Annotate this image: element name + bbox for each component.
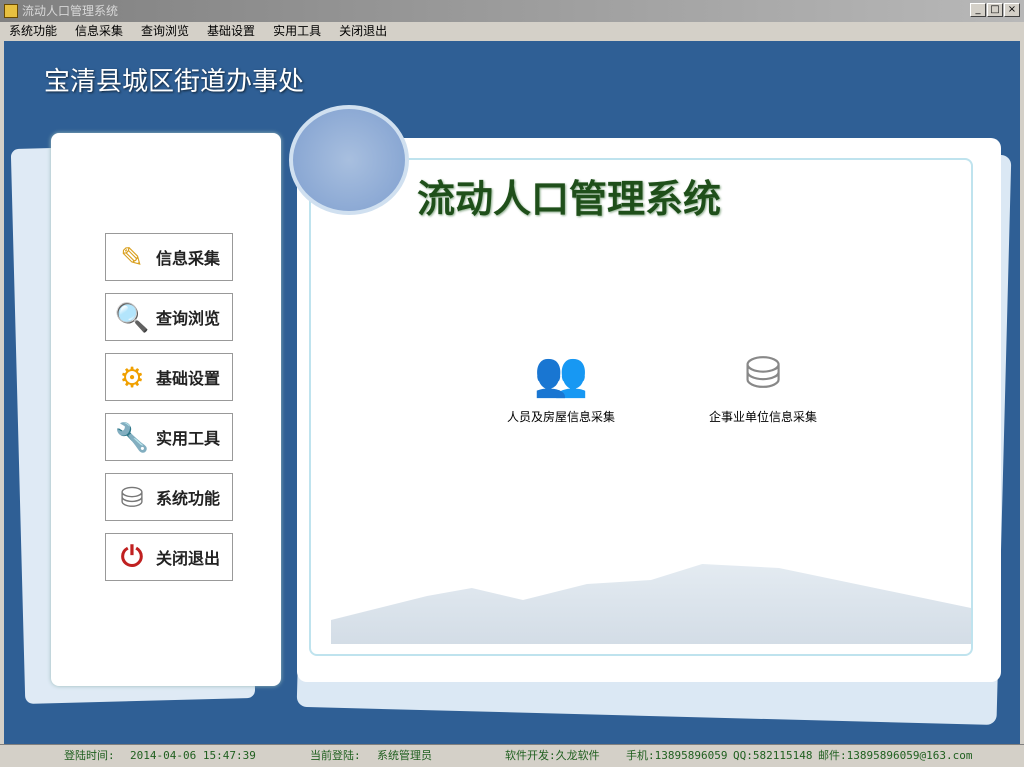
org-name: 宝清县城区街道办事处 [44,61,304,98]
nav-label: 查询浏览 [156,305,220,329]
nav-label: 信息采集 [156,245,220,269]
current-user: 系统管理员 [377,745,432,767]
nav-query-button[interactable]: 🔍查询浏览 [105,293,233,341]
status-bar: 登陆时间: 2014-04-06 15:47:39 当前登陆: 系统管理员 软件… [0,744,1024,767]
title-bar: 流动人口管理系统 _ □ × [0,0,1024,22]
main-area: 宝清县城区街道办事处 ✎信息采集 🔍查询浏览 ⚙基础设置 🔧实用工具 ⛁系统功能… [4,41,1020,744]
menu-tools[interactable]: 实用工具 [264,22,330,41]
nav-label: 实用工具 [156,425,220,449]
database-gear-icon: ⛁ [112,478,152,516]
qq: QQ:582115148 [733,745,812,767]
current-user-label: 当前登陆: [310,745,361,767]
nav-tools-button[interactable]: 🔧实用工具 [105,413,233,461]
houses-illustration [331,564,971,644]
notepad-pen-icon: ✎ [112,238,152,276]
left-nav-panel: ✎信息采集 🔍查询浏览 ⚙基础设置 🔧实用工具 ⛁系统功能 ⏻关闭退出 [51,133,281,686]
system-title: 流动人口管理系统 [417,168,721,223]
wrench-icon: 🔧 [112,418,152,456]
login-time-label: 登陆时间: [64,745,115,767]
phone: 手机:13895896059 [626,745,727,767]
nav-exit-button[interactable]: ⏻关闭退出 [105,533,233,581]
users-add-icon: 👥 [507,348,615,408]
house-heart-icon [289,105,409,215]
nav-settings-button[interactable]: ⚙基础设置 [105,353,233,401]
developer: 软件开发:久龙软件 [505,745,600,767]
menu-exit[interactable]: 关闭退出 [330,22,396,41]
menu-bar: 系统功能 信息采集 查询浏览 基础设置 实用工具 关闭退出 [0,22,1024,41]
content-panel: 流动人口管理系统 👥 人员及房屋信息采集 ⛁ 企事业单位信息采集 [297,138,1001,682]
nav-collect-button[interactable]: ✎信息采集 [105,233,233,281]
enterprise-collect-button[interactable]: ⛁ 企事业单位信息采集 [709,348,817,425]
menu-settings[interactable]: 基础设置 [198,22,264,41]
gear-info-icon: ⚙ [112,358,152,396]
app-icon [4,4,18,18]
database-add-icon: ⛁ [709,348,817,408]
minimize-button[interactable]: _ [970,3,986,17]
magnifier-icon: 🔍 [112,298,152,336]
nav-system-button[interactable]: ⛁系统功能 [105,473,233,521]
feature-label: 人员及房屋信息采集 [507,408,615,425]
email: 邮件:13895896059@163.com [818,745,972,767]
menu-collect[interactable]: 信息采集 [66,22,132,41]
feature-label: 企事业单位信息采集 [709,408,817,425]
content-frame [309,158,973,656]
menu-query[interactable]: 查询浏览 [132,22,198,41]
people-house-collect-button[interactable]: 👥 人员及房屋信息采集 [507,348,615,425]
menu-system[interactable]: 系统功能 [0,22,66,41]
nav-label: 系统功能 [156,485,220,509]
nav-label: 基础设置 [156,365,220,389]
power-icon: ⏻ [112,538,152,576]
nav-label: 关闭退出 [156,545,220,569]
maximize-button[interactable]: □ [987,3,1003,17]
window-title: 流动人口管理系统 [22,4,118,18]
close-button[interactable]: × [1004,3,1020,17]
login-time: 2014-04-06 15:47:39 [130,745,256,767]
